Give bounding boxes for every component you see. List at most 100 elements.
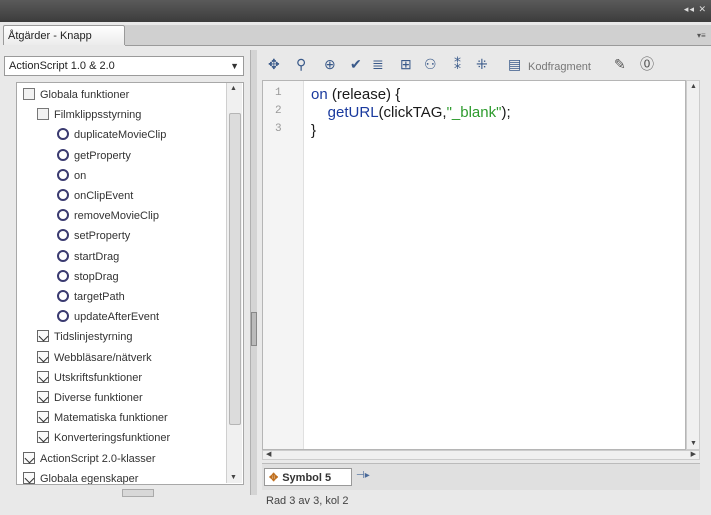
- tree-item[interactable]: onClipEvent: [57, 187, 133, 205]
- tree-item[interactable]: removeMovieClip: [57, 207, 159, 225]
- find-icon[interactable]: ⚲: [296, 54, 306, 74]
- code-snippets-label[interactable]: Kodfragment: [528, 57, 591, 77]
- tree-item[interactable]: Utskriftsfunktioner: [37, 369, 142, 387]
- tree-item-label: setProperty: [74, 230, 131, 243]
- splitter-grip[interactable]: [251, 312, 257, 346]
- pane-splitter[interactable]: [250, 50, 257, 495]
- tree-item[interactable]: Tidslinjestyrning: [37, 328, 132, 346]
- folder-icon: [37, 411, 49, 424]
- auto-format-icon[interactable]: ≣: [372, 54, 384, 74]
- code-keyword: on: [311, 86, 328, 103]
- tab-symbol[interactable]: ✥ Symbol 5: [264, 468, 352, 486]
- code-keyword: getURL: [327, 104, 379, 121]
- function-icon: [57, 249, 69, 262]
- code-text: );: [501, 104, 511, 121]
- tree-item[interactable]: Globala egenskaper: [23, 470, 139, 485]
- function-icon: [57, 128, 69, 141]
- function-icon: [57, 310, 69, 323]
- tree-item-label: Diverse funktioner: [54, 392, 143, 404]
- code-text: (clickTAG,: [378, 104, 447, 121]
- code-string: "_blank": [446, 104, 502, 121]
- tab-strip: [125, 25, 711, 46]
- tree-item-label: Konverteringsfunktioner: [54, 432, 171, 445]
- tree-item[interactable]: Webbläsare/nätverk: [37, 349, 152, 367]
- tree-item-label: targetPath: [74, 291, 125, 303]
- code-hint-icon[interactable]: ⊞: [400, 54, 412, 74]
- tree-item[interactable]: Diverse funktioner: [37, 389, 143, 407]
- pin-script-icon[interactable]: ⊣▸: [356, 470, 370, 481]
- tree-item[interactable]: Filmklippsstyrning: [37, 106, 141, 124]
- target-icon[interactable]: ⊕: [324, 54, 336, 74]
- scroll-up-icon[interactable]: ▲: [230, 85, 237, 92]
- window-controls[interactable]: ◂◂ ✕: [684, 4, 707, 15]
- tree-item[interactable]: Globala funktioner: [23, 86, 129, 104]
- editor-scrollbar[interactable]: ▲ ▼: [686, 80, 700, 450]
- folder-icon: [37, 431, 49, 444]
- line-number: 1: [275, 87, 282, 99]
- panel-titlebar[interactable]: ◂◂ ✕: [0, 0, 711, 22]
- tree-item[interactable]: updateAfterEvent: [57, 308, 159, 326]
- tree-item[interactable]: getProperty: [57, 147, 131, 165]
- chevron-down-icon[interactable]: ▼: [230, 57, 239, 75]
- tree-item[interactable]: stopDrag: [57, 268, 119, 286]
- tree-scroll-thumb[interactable]: [229, 113, 241, 425]
- code-line-1[interactable]: on (release) {: [311, 85, 400, 105]
- tree-item-label: on: [74, 169, 87, 182]
- scroll-down-icon[interactable]: ▼: [690, 440, 697, 447]
- tree-scrollbar[interactable]: ▲ ▼: [226, 83, 242, 483]
- scroll-down-icon[interactable]: ▼: [230, 474, 237, 481]
- tree-item[interactable]: Konverteringsfunktioner: [37, 429, 170, 447]
- tree-item[interactable]: setProperty: [57, 227, 130, 245]
- line-number: 2: [275, 105, 282, 117]
- language-select-value: ActionScript 1.0 & 2.0: [9, 60, 115, 72]
- tree-item-label: Globala egenskaper: [40, 472, 139, 485]
- collapse-icon[interactable]: ⁑: [454, 54, 461, 74]
- line-number-gutter: 1 2 3: [263, 81, 304, 449]
- editor-hscroll[interactable]: ◀ ▶: [262, 450, 700, 460]
- symbol-icon: ✥: [269, 472, 279, 484]
- script-editor[interactable]: 1 2 3 on (release) { getURL(clickTAG,"_b…: [262, 80, 686, 450]
- tree-item-label: startDrag: [74, 250, 120, 263]
- scroll-right-icon[interactable]: ▶: [691, 450, 696, 458]
- tree-item-label: Tidslinjestyrning: [54, 331, 133, 344]
- scroll-up-icon[interactable]: ▲: [690, 83, 697, 90]
- check-syntax-icon[interactable]: ✔: [350, 54, 362, 74]
- code-line-3[interactable]: }: [311, 121, 316, 141]
- wand-icon[interactable]: ✎: [614, 54, 626, 74]
- tree-item-label: Matematiska funktioner: [54, 412, 168, 425]
- tab-symbol-label: Symbol 5: [282, 472, 332, 484]
- tree-hscroll[interactable]: [4, 488, 244, 498]
- function-icon: [57, 229, 69, 242]
- tree-item[interactable]: startDrag: [57, 248, 119, 266]
- code-line-2[interactable]: getURL(clickTAG,"_blank");: [311, 103, 511, 123]
- tree-item[interactable]: targetPath: [57, 288, 125, 306]
- tree-item-label: Webbläsare/nätverk: [54, 351, 152, 364]
- panel-menu-icon[interactable]: ▾≡: [697, 31, 707, 40]
- actions-tree: Globala funktioner Filmklippsstyrning dupl…: [16, 82, 244, 485]
- tree-item-label: removeMovieClip: [74, 210, 159, 223]
- tree-item-label: getProperty: [74, 149, 131, 162]
- tree-item-label: onClipEvent: [74, 190, 134, 202]
- code-snippets-icon[interactable]: ▤: [508, 54, 521, 74]
- add-icon[interactable]: ✥: [268, 54, 280, 74]
- tree-item[interactable]: ActionScript 2.0-klasser: [23, 450, 156, 468]
- tree-item[interactable]: on: [57, 167, 86, 185]
- tree-item[interactable]: duplicateMovieClip: [57, 126, 166, 144]
- panel-tab[interactable]: Åtgärder - Knapp: [3, 25, 125, 45]
- script-toolbar: ✥ ⚲ ⊕ ✔ ≣ ⊞ ⚇ ⁑ ⁜ ▤ Kodfragment ✎ ⓪: [262, 50, 711, 78]
- help-icon[interactable]: ⓪: [640, 54, 654, 74]
- folder-icon: [23, 451, 35, 464]
- debug-options-icon[interactable]: ⚇: [424, 54, 437, 74]
- tree-hscroll-thumb[interactable]: [122, 489, 154, 497]
- function-icon: [57, 168, 69, 181]
- folder-icon: [37, 391, 49, 403]
- language-select[interactable]: ActionScript 1.0 & 2.0 ▼: [4, 56, 244, 76]
- tree-item[interactable]: Matematiska funktioner: [37, 409, 168, 427]
- function-icon: [57, 148, 69, 161]
- tree-item-label: Globala funktioner: [40, 89, 130, 101]
- scroll-left-icon[interactable]: ◀: [266, 450, 271, 458]
- expand-icon[interactable]: ⁜: [476, 54, 488, 74]
- code-text: }: [311, 122, 317, 139]
- folder-icon: [37, 330, 49, 343]
